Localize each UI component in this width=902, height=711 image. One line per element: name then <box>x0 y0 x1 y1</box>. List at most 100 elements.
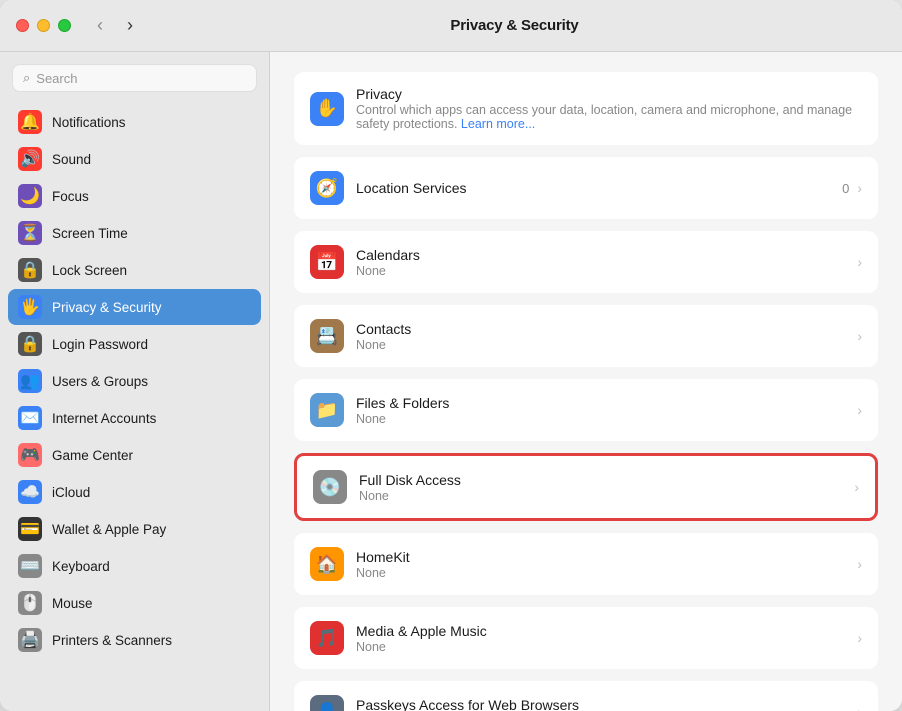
settings-row-privacy[interactable]: ✋PrivacyControl which apps can access yo… <box>294 72 878 145</box>
lock-screen-label: Lock Screen <box>52 263 127 278</box>
files-folders-text: Files & FoldersNone <box>356 395 857 426</box>
screen-time-label: Screen Time <box>52 226 128 241</box>
users-groups-label: Users & Groups <box>52 374 148 389</box>
settings-row-media-music[interactable]: 🎵 Media & Apple MusicNone› <box>294 607 878 669</box>
contacts-title: Contacts <box>356 321 857 337</box>
close-button[interactable] <box>16 19 29 32</box>
icloud-label: iCloud <box>52 485 90 500</box>
media-music-chevron: › <box>857 630 862 646</box>
internet-accounts-label: Internet Accounts <box>52 411 156 426</box>
settings-row-files-folders[interactable]: 📁 Files & FoldersNone› <box>294 379 878 441</box>
location-services-text: Location Services <box>356 180 842 196</box>
keyboard-label: Keyboard <box>52 559 110 574</box>
mouse-icon: 🖱️ <box>18 591 42 615</box>
files-folders-subtitle: None <box>356 412 857 426</box>
media-music-icon: 🎵 <box>310 621 344 655</box>
sidebar-item-sound[interactable]: 🔊 Sound <box>8 141 261 177</box>
calendars-chevron: › <box>857 254 862 270</box>
files-folders-icon: 📁 <box>310 393 344 427</box>
contacts-chevron: › <box>857 328 862 344</box>
media-music-text: Media & Apple MusicNone <box>356 623 857 654</box>
sidebar-item-privacy-security[interactable]: 🖐Privacy & Security <box>8 289 261 325</box>
location-services-title: Location Services <box>356 180 842 196</box>
sidebar-item-printers[interactable]: 🖨️Printers & Scanners <box>8 622 261 658</box>
focus-icon: 🌙 <box>18 184 42 208</box>
sidebar-item-icloud[interactable]: ☁️ iCloud <box>8 474 261 510</box>
login-password-icon: 🔒 <box>18 332 42 356</box>
sound-icon: 🔊 <box>18 147 42 171</box>
settings-row-calendars[interactable]: 📅CalendarsNone› <box>294 231 878 293</box>
sidebar-list: 🔔Notifications🔊Sound🌙Focus⏳Screen Time🔒L… <box>0 100 269 711</box>
contacts-subtitle: None <box>356 338 857 352</box>
wallet-label: Wallet & Apple Pay <box>52 522 166 537</box>
back-button[interactable]: ‹ <box>87 13 113 39</box>
search-icon: ⌕ <box>23 70 30 86</box>
full-disk-access-chevron: › <box>854 479 859 495</box>
sidebar-item-keyboard[interactable]: ⌨️ Keyboard <box>8 548 261 584</box>
media-music-subtitle: None <box>356 640 857 654</box>
sidebar-item-notifications[interactable]: 🔔Notifications <box>8 104 261 140</box>
detail-panel: ✋PrivacyControl which apps can access yo… <box>270 52 902 711</box>
internet-accounts-icon: ✉️ <box>18 406 42 430</box>
media-music-title: Media & Apple Music <box>356 623 857 639</box>
sidebar-item-login-password[interactable]: 🔒Login Password <box>8 326 261 362</box>
search-input[interactable] <box>36 71 246 86</box>
sidebar-item-users-groups[interactable]: 👥 Users & Groups <box>8 363 261 399</box>
users-groups-icon: 👥 <box>18 369 42 393</box>
settings-row-full-disk-access[interactable]: 💿 Full Disk AccessNone› <box>297 456 875 518</box>
main-content: ⌕ 🔔Notifications 🔊 Sound 🌙 Focus ⏳ Screen Time… <box>0 52 902 711</box>
location-services-icon: 🧭 <box>310 171 344 205</box>
settings-item-location-services: 🧭 Location Services0 › <box>294 157 878 219</box>
location-services-badge: 0 <box>842 181 849 196</box>
full-disk-access-text: Full Disk AccessNone <box>359 472 854 503</box>
settings-item-calendars: 📅CalendarsNone› <box>294 231 878 293</box>
keyboard-icon: ⌨️ <box>18 554 42 578</box>
full-disk-access-icon: 💿 <box>313 470 347 504</box>
contacts-text: ContactsNone <box>356 321 857 352</box>
icloud-icon: ☁️ <box>18 480 42 504</box>
mouse-label: Mouse <box>52 596 93 611</box>
sidebar-item-internet-accounts[interactable]: ✉️ Internet Accounts <box>8 400 261 436</box>
screen-time-icon: ⏳ <box>18 221 42 245</box>
window-title: Privacy & Security <box>143 17 886 34</box>
settings-row-passkeys[interactable]: 👤 Passkeys Access for Web BrowsersNone› <box>294 681 878 711</box>
learn-more-link[interactable]: Learn more... <box>461 117 535 131</box>
homekit-text: HomeKitNone <box>356 549 857 580</box>
location-services-chevron: › <box>857 180 862 196</box>
system-preferences-window: ‹ › Privacy & Security ⌕ 🔔Notifications🔊… <box>0 0 902 711</box>
titlebar: ‹ › Privacy & Security <box>0 0 902 52</box>
sound-label: Sound <box>52 152 91 167</box>
sidebar-item-screen-time[interactable]: ⏳ Screen Time <box>8 215 261 251</box>
settings-item-contacts: 📇ContactsNone› <box>294 305 878 367</box>
passkeys-text: Passkeys Access for Web BrowsersNone <box>356 697 857 711</box>
passkeys-title: Passkeys Access for Web Browsers <box>356 697 857 711</box>
forward-button[interactable]: › <box>117 13 143 39</box>
settings-row-location-services[interactable]: 🧭 Location Services0 › <box>294 157 878 219</box>
settings-item-files-folders: 📁 Files & FoldersNone› <box>294 379 878 441</box>
homekit-chevron: › <box>857 556 862 572</box>
game-center-label: Game Center <box>52 448 133 463</box>
sidebar-item-wallet[interactable]: 💳 Wallet & Apple Pay <box>8 511 261 547</box>
calendars-icon: 📅 <box>310 245 344 279</box>
settings-row-contacts[interactable]: 📇ContactsNone› <box>294 305 878 367</box>
settings-row-homekit[interactable]: 🏠HomeKitNone› <box>294 533 878 595</box>
printers-icon: 🖨️ <box>18 628 42 652</box>
passkeys-icon: 👤 <box>310 695 344 711</box>
sidebar-item-mouse[interactable]: 🖱️ Mouse <box>8 585 261 621</box>
sidebar: ⌕ 🔔Notifications 🔊 Sound 🌙 Focus ⏳ Screen Time… <box>0 52 270 711</box>
search-container: ⌕ <box>0 52 269 100</box>
minimize-button[interactable] <box>37 19 50 32</box>
full-disk-access-subtitle: None <box>359 489 854 503</box>
focus-label: Focus <box>52 189 89 204</box>
passkeys-chevron: › <box>857 704 862 711</box>
files-folders-title: Files & Folders <box>356 395 857 411</box>
settings-item-privacy: ✋PrivacyControl which apps can access yo… <box>294 72 878 145</box>
maximize-button[interactable] <box>58 19 71 32</box>
highlighted-full-disk-access: 💿 Full Disk AccessNone› <box>294 453 878 521</box>
sidebar-item-game-center[interactable]: 🎮Game Center <box>8 437 261 473</box>
search-box: ⌕ <box>12 64 257 92</box>
files-folders-chevron: › <box>857 402 862 418</box>
wallet-icon: 💳 <box>18 517 42 541</box>
sidebar-item-focus[interactable]: 🌙 Focus <box>8 178 261 214</box>
sidebar-item-lock-screen[interactable]: 🔒Lock Screen <box>8 252 261 288</box>
